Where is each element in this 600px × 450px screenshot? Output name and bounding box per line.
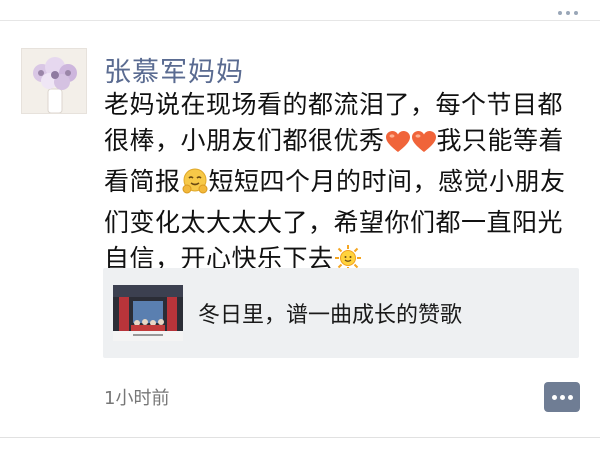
post-text: 老妈说在现场看的都流泪了，每个节目都很棒，小朋友们都很优秀 我只能等着看简报 短短四… (104, 87, 574, 282)
avatar[interactable] (21, 48, 87, 114)
heart-icon (385, 128, 411, 164)
comment-button[interactable] (544, 382, 580, 412)
post-timestamp: 1小时前 (104, 388, 170, 409)
shared-link-card[interactable]: 冬日里，谱一曲成长的赞歌 (103, 268, 579, 358)
heart-icon (411, 128, 437, 164)
flower-bouquet-icon (22, 49, 86, 113)
link-title: 冬日里，谱一曲成长的赞歌 (198, 303, 463, 328)
link-thumbnail (113, 285, 183, 341)
author-name[interactable]: 张慕军妈妈 (104, 50, 244, 88)
more-dots-icon[interactable] (558, 0, 586, 15)
post-divider (0, 437, 600, 438)
hugging-face-icon (181, 167, 209, 205)
previous-post-divider (0, 0, 600, 21)
